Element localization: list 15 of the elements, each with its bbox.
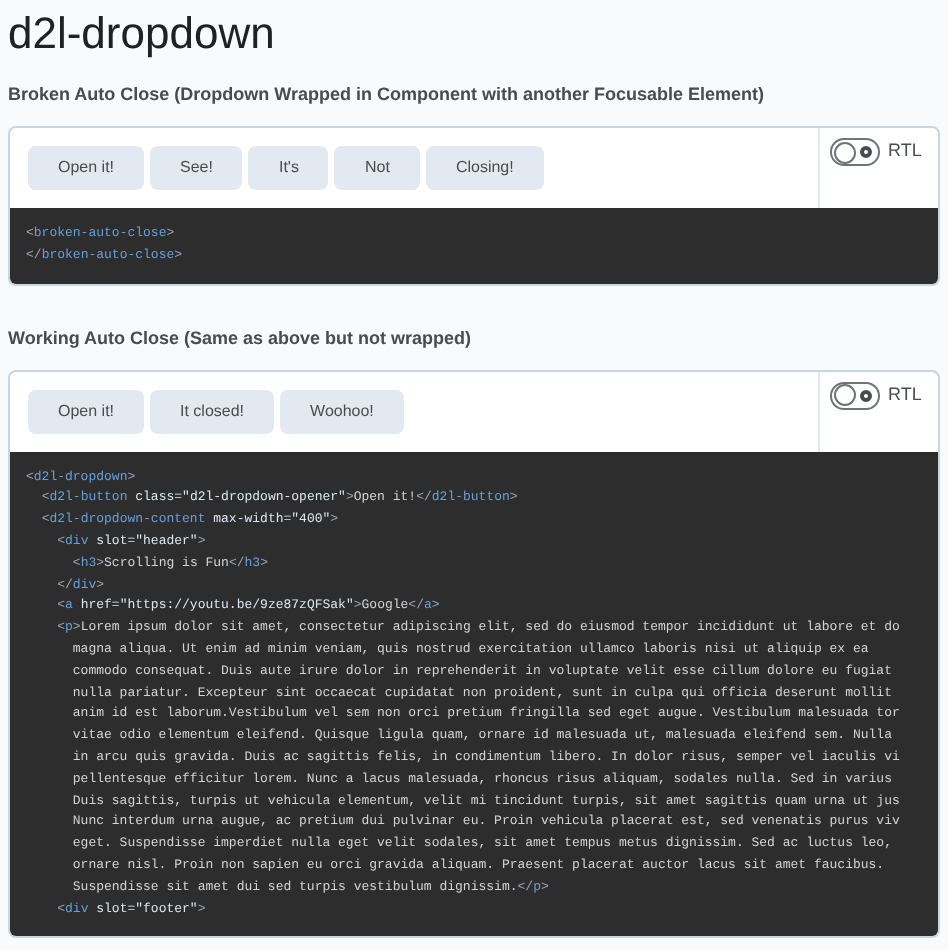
demo-button[interactable]: See!	[150, 146, 243, 190]
page-title: d2l-dropdown	[8, 6, 277, 62]
demo-heading: Broken Auto Close (Dropdown Wrapped in Component with another Focusable Element)	[8, 82, 767, 106]
demo-button[interactable]: Not	[334, 146, 420, 190]
rtl-toggle[interactable]	[830, 138, 880, 166]
demo-button[interactable]: Open it!	[28, 389, 145, 434]
demo-button[interactable]: Open it!	[28, 146, 145, 190]
rtl-label: RTL	[888, 138, 922, 164]
rtl-label: RTL	[888, 381, 922, 408]
demo-button[interactable]: It closed!	[150, 389, 275, 434]
demo-button[interactable]: It's	[248, 146, 329, 190]
rtl-toggle[interactable]	[830, 381, 880, 410]
demo-button[interactable]: Woohoo!	[280, 389, 404, 434]
demo-button[interactable]: Closing!	[425, 146, 544, 190]
demo-heading: Working Auto Close (Same as above but not wrapped)	[8, 325, 474, 350]
